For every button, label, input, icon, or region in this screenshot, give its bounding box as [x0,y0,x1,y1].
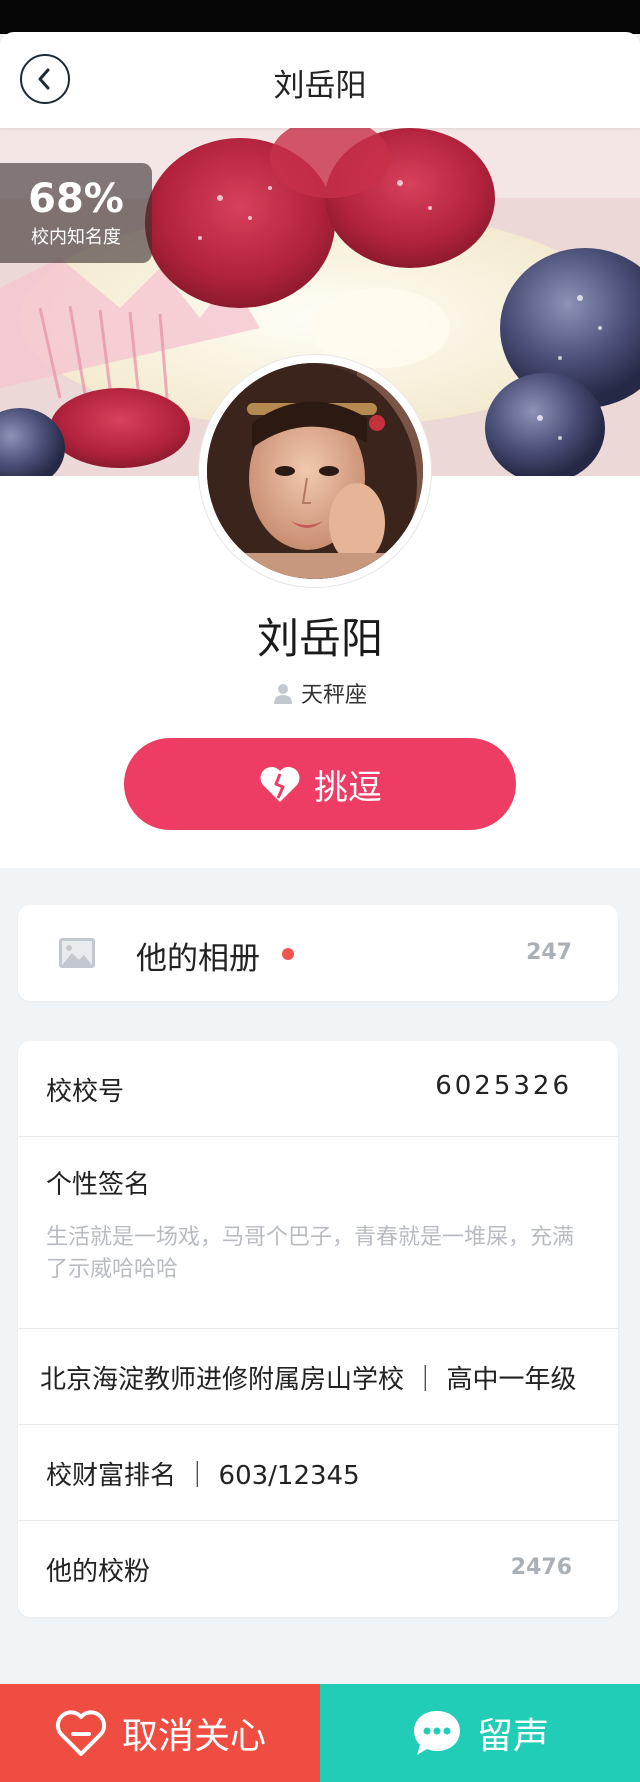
school-id-value: 6025326 [435,1071,572,1101]
popularity-badge: 68% 校内知名度 [0,163,152,263]
page-title: 刘岳阳 [273,68,367,104]
heart-icon [260,766,300,802]
image-icon [59,938,95,968]
status-bar [0,0,640,34]
zodiac-line: 天秤座 [0,677,640,709]
new-indicator-dot [282,948,294,960]
nav-bar: 刘岳阳 [0,32,640,128]
popularity-label: 校内知名度 [31,227,121,248]
avatar-image [207,363,423,579]
bottom-action-bar: 取消关心 留声 [0,1684,640,1782]
fans-label: 他的校粉 [46,1557,151,1587]
message-label: 留声 [476,1716,549,1757]
chat-bubble-icon [413,1711,460,1755]
message-button[interactable]: 留声 [320,1684,640,1782]
info-card: 校校号 6025326 个性签名 生活就是一场戏，马哥个巴子，青春就是一堆屎，充… [18,1041,618,1617]
signature-label: 个性签名 [46,1170,151,1200]
school-grade-text: 北京海淀教师进修附属房山学校 ｜ 高中一年级 [40,1365,577,1395]
school-grade-row: 北京海淀教师进修附属房山学校 ｜ 高中一年级 [18,1329,618,1425]
unfollow-button[interactable]: 取消关心 [0,1684,320,1782]
fans-count: 2476 [510,1555,572,1580]
wealth-rank-text: 校财富排名 ｜ 603/12345 [46,1461,360,1491]
person-icon [273,684,292,704]
signature-text: 生活就是一场戏，马哥个巴子，青春就是一堆屎，充满了示威哈哈哈 [46,1225,575,1282]
profile-name: 刘岳阳 [256,614,383,663]
school-id-label: 校校号 [46,1077,125,1107]
zodiac-text: 天秤座 [300,683,367,708]
album-title: 他的相册 [136,941,260,977]
wealth-rank-row: 校财富排名 ｜ 603/12345 [18,1425,618,1521]
popularity-percent: 68% [28,176,124,222]
heart-minus-icon [55,1710,107,1756]
profile-page: 刘岳阳 68% 校内知名度 刘岳阳 天秤座 挑逗 他的相册 247 校校号 60… [0,0,640,1782]
fans-row[interactable]: 他的校粉 2476 [18,1521,618,1616]
school-id-row: 校校号 6025326 [18,1041,618,1137]
signature-row: 个性签名 生活就是一场戏，马哥个巴子，青春就是一堆屎，充满了示威哈哈哈 [18,1137,618,1329]
flirt-button[interactable]: 挑逗 [124,738,516,830]
flirt-label: 挑逗 [314,767,382,808]
album-row[interactable]: 他的相册 247 [18,905,618,1001]
unfollow-label: 取消关心 [121,1716,266,1757]
avatar[interactable] [199,355,431,587]
album-count: 247 [526,940,572,965]
